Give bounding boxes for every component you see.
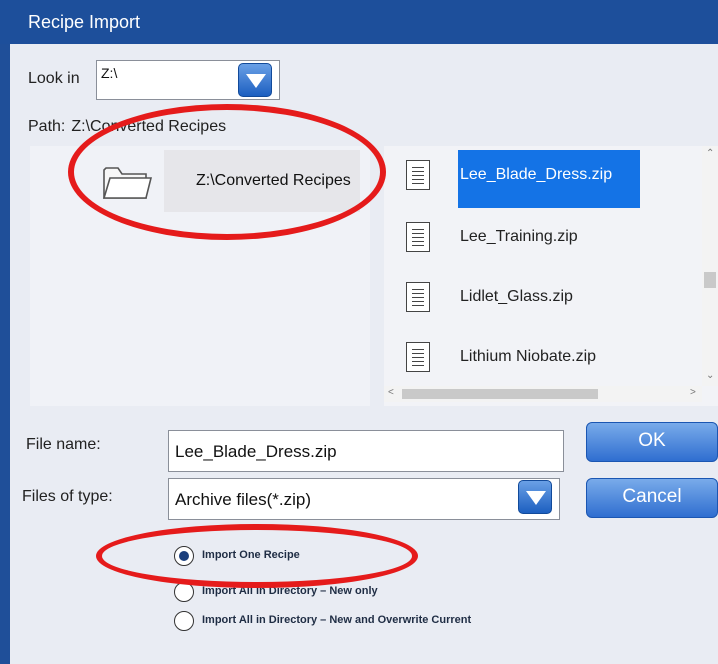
file-item[interactable]: Lee_Blade_Dress.zip [384,146,702,208]
files-of-type-select[interactable]: Archive files(*.zip) [168,478,560,520]
title-bar: Recipe Import [0,0,718,44]
file-item[interactable]: Lee_Training.zip [384,208,702,268]
file-name-input[interactable]: Lee_Blade_Dress.zip [168,430,564,472]
file-name-label: File name: [26,436,101,453]
annotation-ellipse-radio [96,524,418,588]
file-list-pane: Lee_Blade_Dress.zip Lee_Training.zip Lid… [384,146,718,406]
window-title: Recipe Import [28,12,141,32]
file-item[interactable]: Lithium Niobate.zip [384,328,702,386]
horizontal-scrollbar[interactable]: < > [384,386,702,402]
files-of-type-dropdown-button[interactable] [518,480,552,514]
file-item[interactable]: Lidlet_Glass.zip [384,268,702,328]
file-item-label: Lee_Blade_Dress.zip [460,166,613,183]
scroll-up-icon[interactable]: ⌃ [706,148,714,159]
window-edge [0,0,10,664]
annotation-ellipse-folder [68,104,386,240]
file-list: Lee_Blade_Dress.zip Lee_Training.zip Lid… [384,146,702,386]
document-icon [406,160,430,190]
cancel-button[interactable]: Cancel [586,478,718,518]
look-in-value: Z:\ [101,65,118,81]
document-icon [406,342,430,372]
path-label: Path: [28,118,66,135]
look-in-dropdown-button[interactable] [238,63,272,97]
scroll-right-icon[interactable]: > [690,387,696,398]
chevron-down-icon [246,74,266,88]
radio-label: Import All in Directory – New and Overwr… [202,614,472,626]
files-of-type-value: Archive files(*.zip) [175,490,312,509]
scroll-thumb[interactable] [402,389,598,399]
file-item-label: Lithium Niobate.zip [460,348,597,365]
file-item-label: Lee_Training.zip [460,228,578,245]
files-of-type-label: Files of type: [22,488,113,505]
chevron-down-icon [526,491,546,505]
scroll-left-icon[interactable]: < [388,387,394,398]
file-item-label: Lidlet_Glass.zip [460,288,573,305]
document-icon [406,222,430,252]
radio-button[interactable] [174,611,194,631]
scroll-down-icon[interactable]: ⌄ [706,370,714,381]
file-name-value: Lee_Blade_Dress.zip [175,442,337,461]
document-icon [406,282,430,312]
look-in-label: Look in [28,70,80,87]
recipe-import-dialog: Recipe Import Look in Z:\ Path: Z:\Conver… [0,0,718,664]
vertical-scrollbar[interactable]: ⌃ ⌄ [702,146,718,386]
scroll-thumb[interactable] [704,272,716,288]
ok-button[interactable]: OK [586,422,718,462]
